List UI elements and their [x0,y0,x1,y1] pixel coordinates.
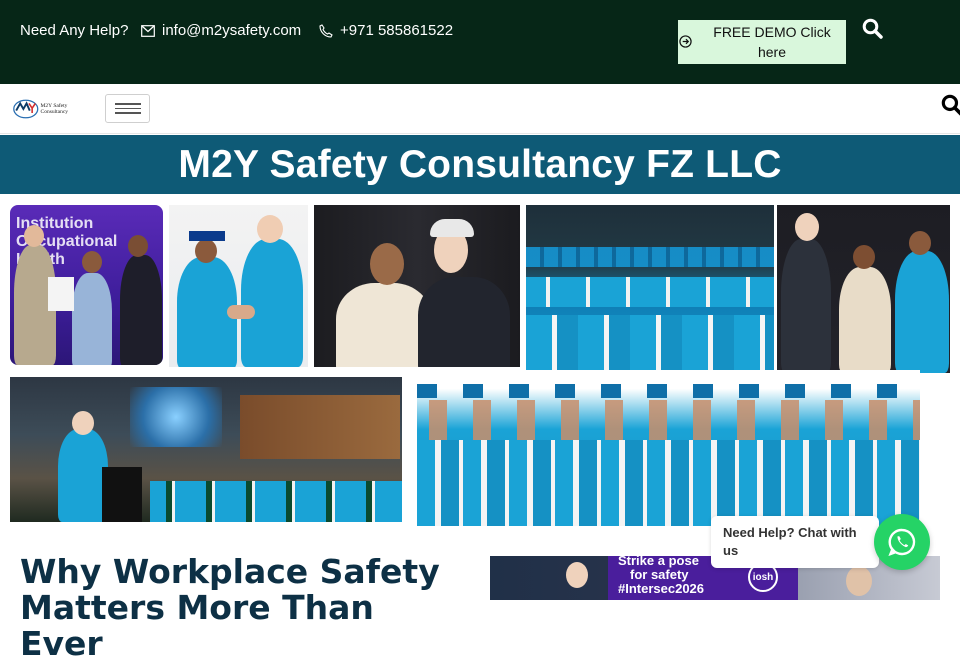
iosh-badge-text: iosh [752,571,774,583]
circle-arrow-icon [679,35,692,48]
whatsapp-icon [888,528,916,557]
hero-title-band: M2Y Safety Consultancy FZ LLC [0,135,960,194]
gallery-photo-award: Institution Occupational Health [10,205,163,365]
hamburger-line [114,103,141,105]
hamburger-line [114,107,141,110]
gallery-photo-handshake [169,205,308,367]
whatsapp-chat-button[interactable] [874,514,930,570]
gallery-photo-portrait [314,205,520,367]
logo-mark-icon [13,99,39,119]
banner-line-2: for safety [630,567,689,582]
email-text: info@m2ysafety.com [162,22,302,39]
menu-toggle-button[interactable] [105,94,150,123]
gallery-photo-keynote [10,377,402,522]
page-title: M2Y Safety Consultancy FZ LLC [178,142,782,186]
envelope-icon [141,24,155,37]
search-icon[interactable] [862,18,883,39]
gallery-photo-graduates-seated [526,205,774,372]
main-navbar: M2Y Safety Consultancy [0,84,960,134]
phone-text: +971 585861522 [340,22,454,39]
email-link[interactable]: info@m2ysafety.com [141,22,301,39]
gallery-photo-group-celebration [417,370,920,526]
logo-text: M2Y Safety Consultancy [40,103,69,115]
free-demo-button[interactable]: FREE DEMO Click here [678,20,846,64]
nav-search-icon[interactable] [941,94,960,121]
gallery-photo-presentation [777,205,950,373]
hamburger-line [114,112,141,114]
help-text: Need Any Help? [20,22,129,39]
banner-line-3: #Intersec2026 [618,581,705,596]
chat-prompt-bubble[interactable]: Need Help? Chat with us [711,516,879,568]
top-contact-bar: Need Any Help? info@m2ysafety.com +971 5… [0,0,960,84]
phone-link[interactable]: +971 585861522 [319,22,453,39]
chat-prompt-text: Need Help? Chat with us [723,525,857,558]
phone-icon [319,23,333,38]
free-demo-label: FREE DEMO Click here [713,24,831,60]
site-logo[interactable]: M2Y Safety Consultancy [13,95,85,123]
section-heading: Why Workplace Safety Matters More Than E… [20,552,440,663]
